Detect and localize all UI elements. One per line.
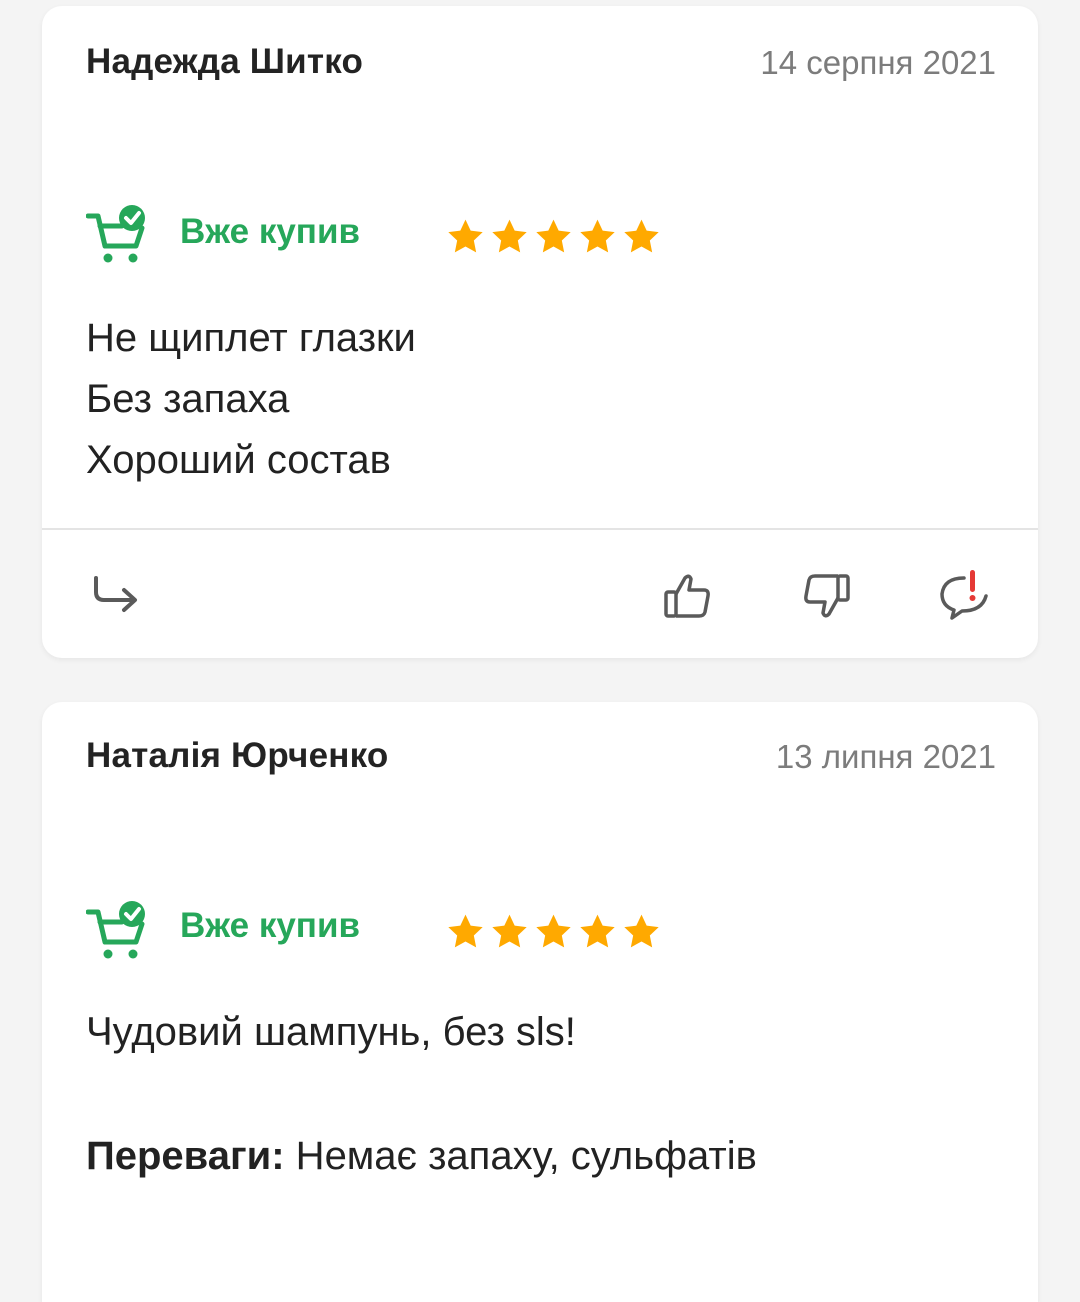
star-icon [492,914,527,948]
pros-text: Немає запаху, сульфатів [284,1134,757,1178]
review-date: 14 серпня 2021 [760,44,996,81]
review-card: Надежда Шитко 14 серпня 2021 Вже купив Н… [42,6,1038,658]
star-icon [580,914,615,948]
verified-buyer-badge: Вже купив [180,906,360,945]
review-text-line: Хороший состав [86,438,391,482]
star-icon [624,219,659,253]
review-card: Наталія Юрченко 13 липня 2021 Вже купив … [42,702,1038,1302]
star-icon [536,219,571,253]
cart-check-icon [86,901,145,959]
review-author: Надежда Шитко [86,42,364,81]
card-divider [42,528,1038,530]
review-text-line: Не щиплет глазки [86,316,416,360]
thumbs-down-icon[interactable] [796,566,856,626]
review-text-line: Без запаха [86,377,290,421]
rating-stars [445,912,662,952]
star-icon [492,219,527,253]
star-icon [624,914,659,948]
review-text-line: Чудовий шампунь, без sls! [86,1010,576,1054]
report-icon[interactable] [934,566,994,626]
thumbs-up-icon[interactable] [658,566,718,626]
reply-arrow-icon[interactable] [86,566,146,626]
review-author: Наталія Юрченко [86,736,389,775]
pros-label: Переваги: [86,1134,285,1178]
cart-check-icon [86,205,145,263]
star-icon [448,219,483,253]
review-pros: Переваги: Немає запаху, сульфатів [86,1134,757,1179]
star-icon [448,914,483,948]
review-date: 13 липня 2021 [775,738,996,775]
verified-buyer-badge: Вже купив [180,212,360,251]
rating-stars [445,217,662,257]
star-icon [580,219,615,253]
star-icon [536,914,571,948]
